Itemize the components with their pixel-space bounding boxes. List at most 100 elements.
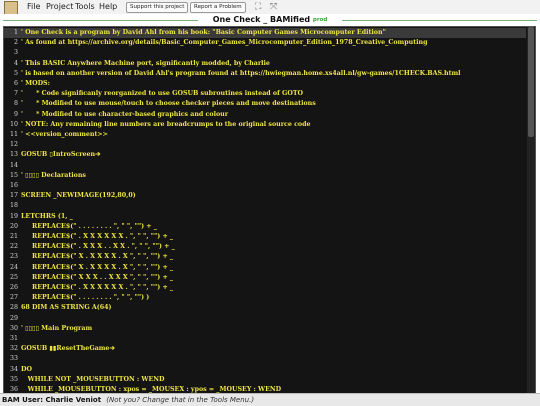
code-line[interactable]: 27 REPLACE$(" . . . . . . . . ", " ", ""… xyxy=(4,293,526,303)
editor-scroll-thumb[interactable] xyxy=(528,27,534,137)
line-number: 33 xyxy=(9,355,18,363)
code-text: GOSUB ▯IntroScreen➔ xyxy=(21,151,101,159)
code-line[interactable]: 13 GOSUB ▯IntroScreen➔ xyxy=(4,150,526,160)
code-text: REPLACE$(" X . X X X X . X ", " ", "") +… xyxy=(21,253,174,261)
code-text: REPLACE$(" . . . . . . . . ", " ", "") ) xyxy=(21,294,150,302)
code-line[interactable]: 25 REPLACE$(" X X X . . X X X ", " ", ""… xyxy=(4,273,526,283)
line-number: 18 xyxy=(9,202,18,210)
line-number: 21 xyxy=(9,233,18,240)
code-line[interactable]: 7 ' * Code significanly reorganized to us… xyxy=(4,89,526,99)
code-text: WHILE _MOUSEBUTTON : xpos = _MOUSEX : yp… xyxy=(21,386,282,393)
code-text: ' As found at https://archive.org/detail… xyxy=(21,39,428,47)
code-line[interactable]: 11 ' <<version_comment>> xyxy=(4,130,526,140)
user-hint: (Not you? Change that in the Tools Menu.… xyxy=(106,396,255,404)
code-line[interactable]: 5 ' is based on another version of David … xyxy=(4,69,526,79)
menu-tools[interactable]: Tools xyxy=(75,2,95,11)
code-line[interactable]: 23 REPLACE$(" X . X X X X . X ", " ", ""… xyxy=(4,252,526,262)
line-number: 2 xyxy=(13,39,18,47)
code-line[interactable]: 26 REPLACE$(" . X X X X X X . ", " ", ""… xyxy=(4,283,526,293)
title-divider-left xyxy=(3,20,198,21)
line-number: 34 xyxy=(9,365,18,373)
line-number: 19 xyxy=(9,212,18,220)
code-text: LETCHRS (1, _ xyxy=(21,212,73,220)
code-line[interactable]: 6 ' MODS: xyxy=(4,79,526,89)
code-line[interactable]: 2 ' As found at https://archive.org/detai… xyxy=(4,38,526,48)
code-text: ' ▯▯▯▯ Main Program xyxy=(21,324,93,332)
code-text: ' * Modified to use character-based grap… xyxy=(21,110,229,118)
line-number: 22 xyxy=(9,243,18,251)
code-line[interactable]: 35 WHILE NOT _MOUSEBUTTON : WEND xyxy=(4,375,526,385)
line-number: 1 xyxy=(13,29,18,36)
code-text: ' <<version_comment>> xyxy=(21,131,108,138)
report-problem-button[interactable]: Report a Problem xyxy=(190,2,246,13)
status-bar: BAM User: Charlie Veniot (Not you? Chang… xyxy=(0,393,540,406)
line-number: 12 xyxy=(9,141,18,149)
code-text: GOSUB ▮▮ResetTheGame➔ xyxy=(21,345,115,353)
code-line[interactable]: 4 ' This BASIC Anywhere Machine port, sig… xyxy=(4,59,526,69)
line-number: 3 xyxy=(13,49,18,57)
code-editor[interactable]: 1 ' One Check is a program by David Ahl f… xyxy=(3,26,536,394)
code-text: SCREEN _NEWIMAGE(192,80,0) xyxy=(21,192,136,200)
code-text: REPLACE$(" X . X X X X . X ", " ", "") +… xyxy=(21,263,174,271)
code-line[interactable]: 32 GOSUB ▮▮ResetTheGame➔ xyxy=(4,344,526,354)
line-number: 26 xyxy=(9,284,18,291)
user-name: BAM User: Charlie Veniot xyxy=(2,396,102,404)
code-text: ' MODS: xyxy=(21,80,50,87)
line-number: 15 xyxy=(9,171,18,179)
code-line[interactable]: 3 xyxy=(4,48,526,58)
line-number: 5 xyxy=(13,69,18,77)
code-line[interactable]: 15 ' ▯▯▯▯ Declarations xyxy=(4,171,526,181)
code-line[interactable]: 33 xyxy=(4,354,526,364)
code-line[interactable]: 14 xyxy=(4,161,526,171)
line-number: 23 xyxy=(9,253,18,261)
code-line[interactable]: 17 SCREEN _NEWIMAGE(192,80,0) xyxy=(4,191,526,201)
code-line[interactable]: 19 LETCHRS (1, _ xyxy=(4,212,526,222)
code-line[interactable]: 30 ' ▯▯▯▯ Main Program xyxy=(4,324,526,334)
code-text: ' One Check is a program by David Ahl fr… xyxy=(21,29,386,36)
code-line[interactable]: 22 REPLACE$(" . X X X . . X X . ", " ", … xyxy=(4,242,526,252)
title-row: One Check _ BAMified prod xyxy=(0,14,540,26)
exit-fullscreen-icon[interactable]: ⤧ xyxy=(270,2,277,12)
code-line[interactable]: 21 REPLACE$(" . X X X X X X . ", " ", ""… xyxy=(4,232,526,242)
code-line[interactable]: 1 ' One Check is a program by David Ahl f… xyxy=(4,28,526,39)
editor-scrollbar[interactable] xyxy=(527,27,535,393)
line-number: 13 xyxy=(9,151,18,159)
code-line[interactable]: 9 ' * Modified to use character-based gra… xyxy=(4,110,526,120)
menu-project[interactable]: Project xyxy=(46,2,73,11)
line-number: 8 xyxy=(13,100,18,108)
title-divider-right xyxy=(342,20,537,21)
line-number: 14 xyxy=(9,161,18,169)
line-number: 4 xyxy=(13,59,18,67)
code-line[interactable]: 18 xyxy=(4,201,526,211)
menu-file[interactable]: File xyxy=(27,2,40,11)
menu-bar: File Project Tools Help Support this pro… xyxy=(0,0,540,15)
menu-help[interactable]: Help xyxy=(99,2,117,11)
support-project-button[interactable]: Support this project xyxy=(126,2,189,13)
line-number: 20 xyxy=(9,222,18,230)
code-line[interactable]: 28 68 DIM AS STRING A(64) xyxy=(4,303,526,313)
code-text: ' ▯▯▯▯ Declarations xyxy=(21,171,86,179)
line-number: 30 xyxy=(9,324,18,332)
code-line[interactable]: 16 xyxy=(4,181,526,191)
line-number: 27 xyxy=(9,294,18,302)
line-number: 7 xyxy=(13,90,18,98)
code-text: ' is based on another version of David A… xyxy=(21,69,461,77)
code-text: REPLACE$(" X X X . . X X X ", " ", "") +… xyxy=(21,273,174,281)
code-text: REPLACE$(" . X X X . . X X . ", " ", "")… xyxy=(21,243,175,251)
line-number: 11 xyxy=(9,131,18,138)
code-line[interactable]: 24 REPLACE$(" X . X X X X . X ", " ", ""… xyxy=(4,263,526,273)
code-line[interactable]: 8 ' * Modified to use mouse/touch to choo… xyxy=(4,99,526,109)
line-number: 17 xyxy=(9,192,18,200)
code-line[interactable]: 12 xyxy=(4,140,526,150)
app-logo-icon xyxy=(4,1,18,15)
line-number: 28 xyxy=(9,304,18,312)
code-line[interactable]: 10 ' NOTE: Any remaining line numbers are… xyxy=(4,120,526,130)
code-line[interactable]: 20 REPLACE$(" . . . . . . . . ", " ", ""… xyxy=(4,222,526,232)
line-number: 25 xyxy=(9,273,18,281)
code-line[interactable]: 34 DO xyxy=(4,365,526,375)
line-number: 29 xyxy=(9,314,18,322)
enter-fullscreen-icon[interactable]: ⛶ xyxy=(255,2,261,12)
line-number: 6 xyxy=(13,80,18,87)
code-line[interactable]: 29 xyxy=(4,314,526,324)
code-line[interactable]: 31 xyxy=(4,334,526,344)
